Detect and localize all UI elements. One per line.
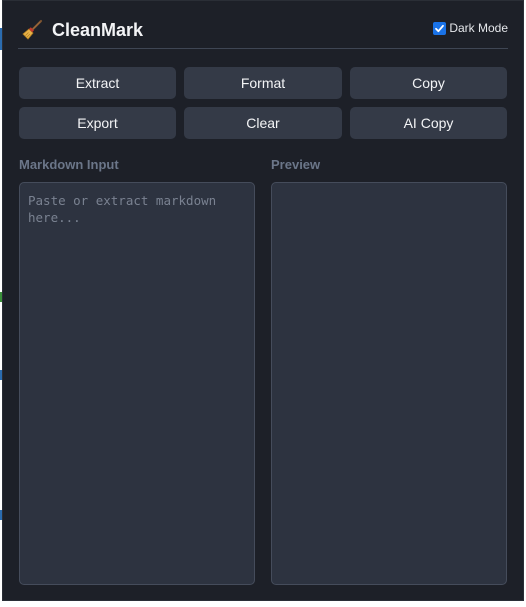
action-buttons: Extract Format Copy Export Clear AI Copy xyxy=(19,67,507,139)
extract-button[interactable]: Extract xyxy=(19,67,176,99)
copy-button[interactable]: Copy xyxy=(350,67,507,99)
checkmark-icon xyxy=(435,24,445,32)
dark-mode-toggle[interactable]: Dark Mode xyxy=(433,21,508,35)
header: CleanMark Dark Mode xyxy=(18,15,508,49)
format-button[interactable]: Format xyxy=(184,67,342,99)
markdown-input-label: Markdown Input xyxy=(19,157,119,172)
broom-icon xyxy=(21,19,43,41)
cleanmark-popup: CleanMark Dark Mode Extract Format Copy … xyxy=(2,0,524,601)
preview-label: Preview xyxy=(271,157,321,172)
clear-button[interactable]: Clear xyxy=(184,107,342,139)
markdown-input-field[interactable]: Paste or extract markdown here... xyxy=(19,182,255,585)
dark-mode-checkbox[interactable] xyxy=(433,21,447,35)
export-button[interactable]: Export xyxy=(19,107,176,139)
preview-pane xyxy=(271,182,507,585)
app-title: CleanMark xyxy=(52,20,144,40)
ai-copy-button[interactable]: AI Copy xyxy=(350,107,507,139)
dark-mode-label: Dark Mode xyxy=(449,21,508,35)
